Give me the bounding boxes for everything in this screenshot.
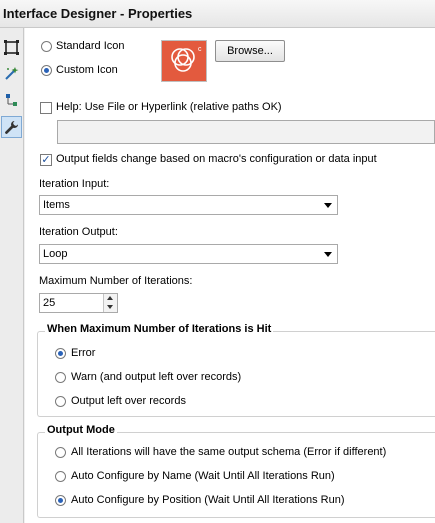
layout-icon — [4, 39, 19, 55]
macro-icon: c — [171, 46, 202, 72]
max-iterations-value: 25 — [43, 297, 56, 309]
max-hit-error-radio[interactable] — [55, 348, 66, 359]
max-hit-error-label: Error — [71, 347, 96, 359]
output-mode-by-position-label: Auto Configure by Position (Wait Until A… — [71, 494, 345, 506]
help-checkbox[interactable] — [40, 102, 52, 114]
standard-icon-label: Standard Icon — [56, 40, 125, 52]
layout-view-button[interactable] — [1, 36, 22, 58]
stepper-down-button[interactable] — [104, 303, 117, 312]
tree-icon — [6, 93, 17, 106]
iteration-output-dropdown[interactable]: Loop — [39, 244, 338, 264]
output-fields-label: Output fields change based on macro's co… — [56, 153, 377, 165]
iteration-input-dropdown[interactable]: Items — [39, 195, 338, 215]
wand-icon — [5, 66, 19, 80]
max-iterations-label: Maximum Number of Iterations: — [39, 275, 193, 287]
max-hit-group-title: When Maximum Number of Iterations is Hit — [45, 323, 274, 335]
max-hit-warn-radio[interactable] — [55, 372, 66, 383]
iteration-output-label: Iteration Output: — [39, 226, 118, 238]
custom-icon-preview[interactable]: c — [161, 40, 207, 82]
output-mode-by-position-radio[interactable] — [55, 495, 66, 506]
custom-icon-label: Custom Icon — [56, 64, 118, 76]
output-mode-group-title: Output Mode — [45, 424, 117, 436]
window-title: Interface Designer - Properties — [3, 6, 193, 21]
title-bar: Interface Designer - Properties — [0, 0, 435, 28]
custom-icon-radio[interactable] — [41, 65, 52, 76]
help-path-input[interactable] — [57, 120, 435, 144]
output-mode-same-schema-radio[interactable] — [55, 447, 66, 458]
output-mode-by-name-label: Auto Configure by Name (Wait Until All I… — [71, 470, 335, 482]
chevron-down-icon — [324, 252, 332, 257]
stepper-arrows — [103, 294, 117, 312]
output-fields-checkbox[interactable]: ✓ — [40, 154, 52, 166]
left-toolbar — [0, 28, 24, 523]
output-mode-by-name-radio[interactable] — [55, 471, 66, 482]
output-mode-same-schema-label: All Iterations will have the same output… — [71, 446, 387, 458]
properties-panel: Standard Icon Custom Icon c Browse... He… — [25, 28, 435, 523]
iteration-input-label: Iteration Input: — [39, 178, 110, 190]
help-label: Help: Use File or Hyperlink (relative pa… — [56, 101, 282, 113]
max-iterations-stepper[interactable]: 25 — [39, 293, 118, 313]
wrench-icon — [5, 120, 19, 134]
svg-text:c: c — [198, 46, 202, 53]
tree-view-button[interactable] — [1, 89, 22, 111]
browse-button[interactable]: Browse... — [215, 40, 285, 62]
max-hit-output-label: Output left over records — [71, 395, 186, 407]
max-hit-warn-label: Warn (and output left over records) — [71, 371, 242, 383]
actions-button[interactable] — [1, 62, 22, 84]
properties-button[interactable] — [1, 116, 22, 138]
iteration-output-value: Loop — [43, 248, 68, 260]
max-hit-output-radio[interactable] — [55, 396, 66, 407]
iteration-input-value: Items — [43, 199, 70, 211]
standard-icon-radio[interactable] — [41, 41, 52, 52]
chevron-down-icon — [324, 203, 332, 208]
